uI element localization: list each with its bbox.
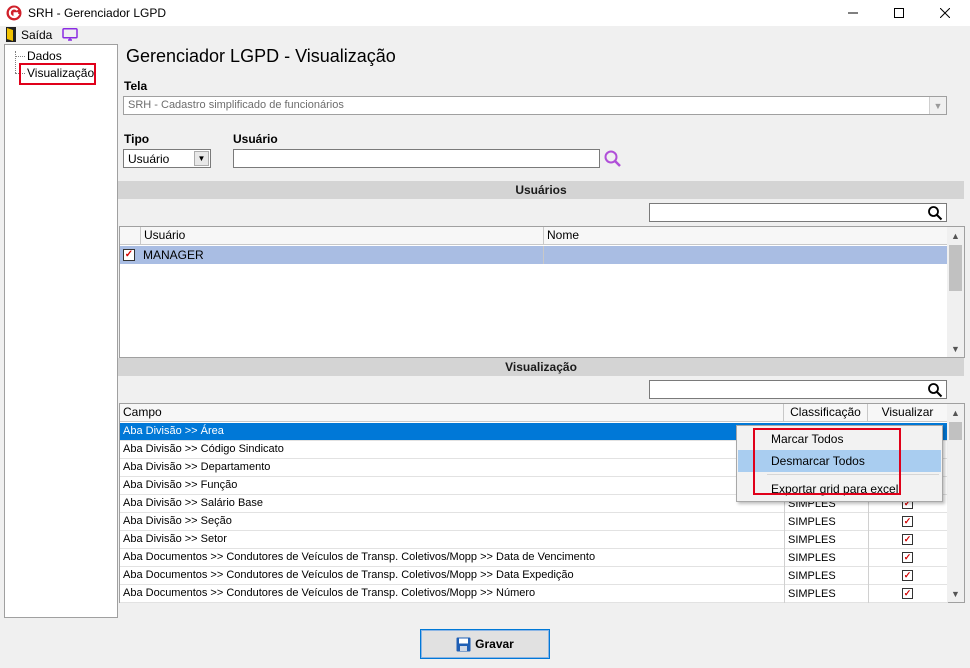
title-bar: SRH - Gerenciador LGPD [0,0,970,26]
saida-button[interactable]: Saída [21,28,52,42]
annotation-highlight-box [753,428,901,495]
monitor-icon[interactable] [62,28,78,41]
table-row[interactable]: Aba Divisão >> Setor SIMPLES ✓ [120,531,948,549]
visualizar-checkbox[interactable]: ✓ [902,570,913,581]
usuarios-filter-input[interactable] [649,203,947,222]
visualizacao-scrollbar[interactable]: ▲ ▼ [947,404,964,602]
scroll-up-icon[interactable]: ▲ [947,404,964,421]
usuario-cell: MANAGER [143,248,204,262]
maximize-button[interactable] [876,0,922,26]
chevron-down-icon[interactable]: ▼ [929,97,946,114]
visualizacao-section-header: Visualização [118,358,964,376]
usuarios-grid: Usuário Nome ✓ MANAGER ▲ ▼ [119,226,965,358]
column-header-visualizar[interactable]: Visualizar [868,404,948,422]
visualizar-cell: ✓ [868,567,948,585]
visualizacao-filter-input[interactable] [649,380,947,399]
campo-cell: Aba Divisão >> Salário Base [123,497,264,509]
tipo-label: Tipo [124,132,150,146]
campo-cell: Aba Divisão >> Seção [123,515,232,527]
campo-cell: Aba Divisão >> Setor [123,533,227,545]
page-title: Gerenciador LGPD - Visualização [126,46,396,66]
campo-cell: Aba Documentos >> Condutores de Veículos… [123,569,574,581]
visualizar-cell: ✓ [868,513,948,531]
annotation-highlight-box [19,63,96,85]
row-checkbox[interactable]: ✓ [123,249,135,261]
table-row[interactable]: Aba Documentos >> Condutores de Veículos… [120,567,948,585]
floppy-disk-icon [456,637,471,651]
visualizar-cell: ✓ [868,585,948,603]
tree-item-dados[interactable]: Dados [27,49,62,63]
column-header-nome[interactable]: Nome [544,227,948,245]
grid-header-checkbox [120,227,141,245]
campo-cell: Aba Divisão >> Código Sindicato [123,443,284,455]
tree-connector [15,56,25,57]
visualizar-checkbox[interactable]: ✓ [902,516,913,527]
visualizar-checkbox[interactable]: ✓ [902,534,913,545]
app-logo-icon [6,5,22,21]
column-header-classificacao[interactable]: Classificação [784,404,868,422]
usuario-input[interactable] [233,149,600,168]
maximize-icon [894,8,904,18]
table-row[interactable]: Aba Divisão >> Seção SIMPLES ✓ [120,513,948,531]
toolbar: Saída [0,26,970,44]
search-icon[interactable] [927,205,943,221]
scroll-thumb[interactable] [949,245,962,291]
campo-cell: Aba Divisão >> Departamento [123,461,271,473]
window-title: SRH - Gerenciador LGPD [28,6,167,20]
tree-connector [15,51,16,73]
tela-select-value: SRH - Cadastro simplificado de funcionár… [128,99,344,111]
campo-cell: Aba Documentos >> Condutores de Veículos… [123,551,596,563]
visualizar-cell: ✓ [868,531,948,549]
usuarios-section-header: Usuários [118,181,964,199]
minimize-icon [848,12,858,14]
tela-label: Tela [124,79,148,93]
navigation-tree: Dados Visualização [4,44,118,618]
scroll-up-icon[interactable]: ▲ [947,227,964,244]
usuarios-scrollbar[interactable]: ▲ ▼ [947,227,964,357]
search-icon[interactable] [603,149,623,169]
table-row[interactable]: ✓ MANAGER [120,246,948,264]
minimize-button[interactable] [830,0,876,26]
visualizar-cell: ✓ [868,549,948,567]
column-header-campo[interactable]: Campo [120,404,784,422]
exit-door-icon[interactable] [6,27,16,42]
gravar-label: Gravar [475,637,514,651]
table-row[interactable]: Aba Documentos >> Condutores de Veículos… [120,585,948,603]
column-header-usuario[interactable]: Usuário [141,227,544,245]
campo-cell: Aba Divisão >> Área [123,425,224,437]
close-button[interactable] [922,0,968,26]
usuario-label: Usuário [233,132,278,146]
column-divider [543,246,544,264]
tipo-select-value: Usuário [128,152,170,166]
classificacao-cell: SIMPLES [784,549,868,567]
classificacao-cell: SIMPLES [784,585,868,603]
close-icon [940,8,950,18]
visualizar-checkbox[interactable]: ✓ [902,588,913,599]
visualizar-checkbox[interactable]: ✓ [902,552,913,563]
classificacao-cell: SIMPLES [784,531,868,549]
search-icon[interactable] [927,382,943,398]
table-row[interactable]: Aba Documentos >> Condutores de Veículos… [120,549,948,567]
chevron-down-icon[interactable]: ▼ [194,151,209,166]
classificacao-cell: SIMPLES [784,513,868,531]
classificacao-cell: SIMPLES [784,567,868,585]
scroll-down-icon[interactable]: ▼ [947,585,964,602]
scroll-down-icon[interactable]: ▼ [947,340,964,357]
campo-cell: Aba Divisão >> Função [123,479,238,491]
tela-select[interactable]: SRH - Cadastro simplificado de funcionár… [123,96,947,115]
campo-cell: Aba Documentos >> Condutores de Veículos… [123,587,536,599]
gravar-button[interactable]: Gravar [420,629,550,659]
scroll-thumb[interactable] [949,422,962,440]
tipo-select[interactable]: Usuário ▼ [123,149,211,168]
